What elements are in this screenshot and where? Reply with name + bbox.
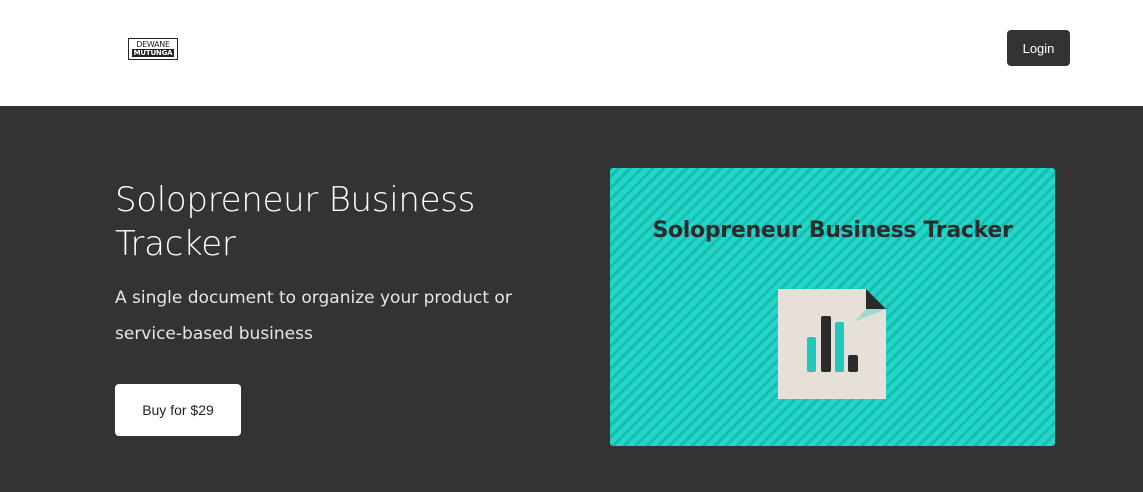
top-bar: DEWANE MUTUNGA Login [0,0,1143,106]
document-fold [866,289,886,309]
product-cover-image[interactable]: Solopreneur Business Tracker [610,168,1055,446]
hero-section: Solopreneur Business Tracker A single do… [0,106,1143,492]
chart-bar-1 [807,337,816,372]
chart-bar-2 [821,316,831,372]
logo-line-1: DEWANE [136,40,170,49]
brand-logo[interactable]: DEWANE MUTUNGA [128,38,178,60]
buy-button[interactable]: Buy for $29 [115,384,241,436]
chart-bar-4 [848,355,858,372]
chart-bar-3 [835,322,844,372]
login-button[interactable]: Login [1007,30,1070,66]
product-title: Solopreneur Business Tracker [115,180,476,264]
product-subtitle: A single document to organize your produ… [115,288,512,344]
cover-title: Solopreneur Business Tracker [652,218,1013,243]
logo-line-2: MUTUNGA [131,49,175,57]
document-bar-chart-icon [778,289,886,399]
